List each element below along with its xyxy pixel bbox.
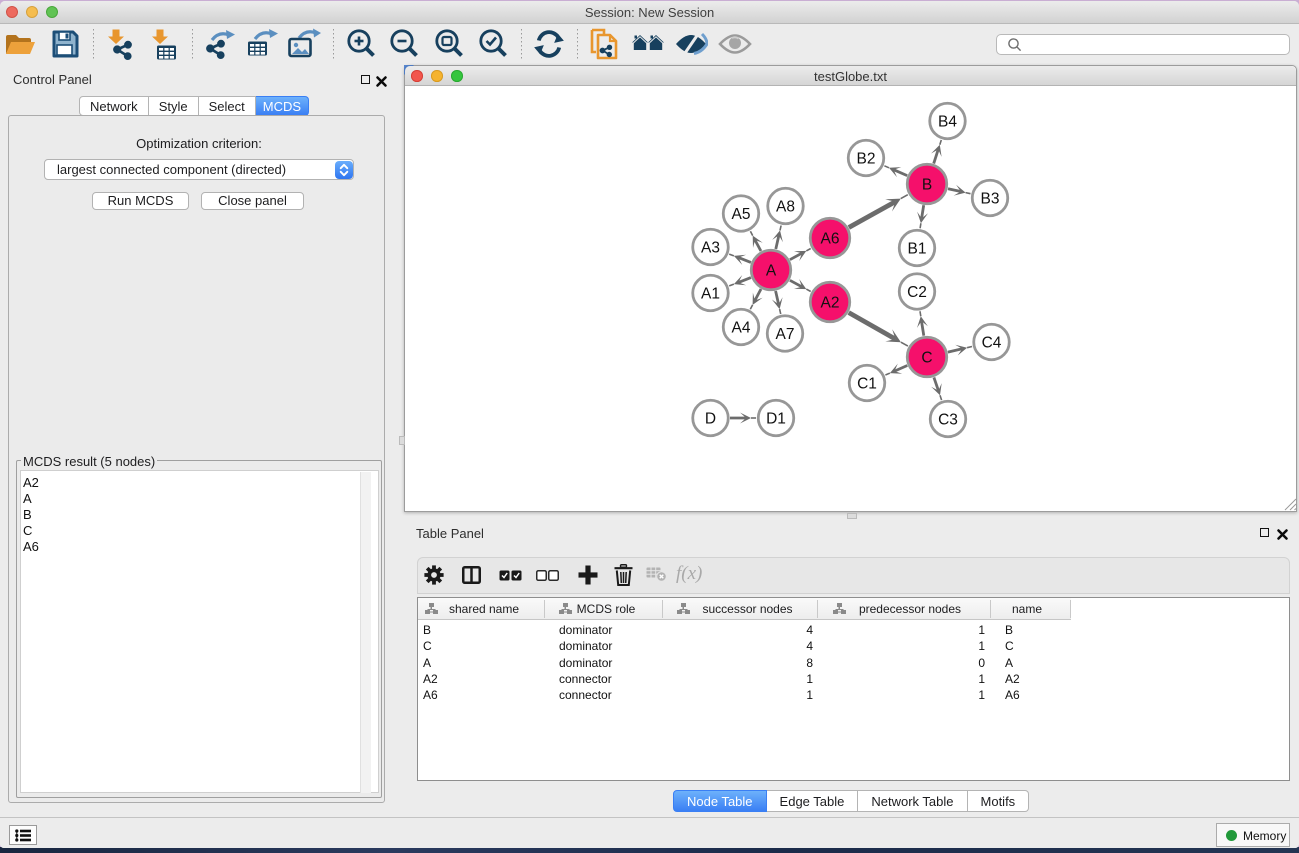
- svg-text:A4: A4: [732, 320, 751, 337]
- svg-text:A2: A2: [821, 295, 840, 312]
- svg-text:A: A: [766, 263, 777, 280]
- svg-text:A8: A8: [776, 199, 795, 216]
- svg-text:B1: B1: [908, 241, 927, 258]
- svg-text:C: C: [921, 350, 932, 367]
- svg-text:D1: D1: [766, 411, 786, 428]
- svg-text:C2: C2: [907, 284, 927, 301]
- svg-text:A7: A7: [776, 326, 795, 343]
- svg-text:A5: A5: [732, 206, 751, 223]
- svg-text:C1: C1: [857, 376, 877, 393]
- svg-text:C3: C3: [938, 412, 958, 429]
- svg-text:B4: B4: [938, 114, 957, 131]
- svg-text:A6: A6: [821, 231, 840, 248]
- svg-text:B2: B2: [857, 151, 876, 168]
- svg-text:D: D: [705, 411, 716, 428]
- svg-text:A3: A3: [701, 240, 720, 257]
- svg-text:B: B: [922, 177, 932, 194]
- svg-text:B3: B3: [981, 191, 1000, 208]
- svg-text:A1: A1: [701, 286, 720, 303]
- svg-text:C4: C4: [982, 335, 1002, 352]
